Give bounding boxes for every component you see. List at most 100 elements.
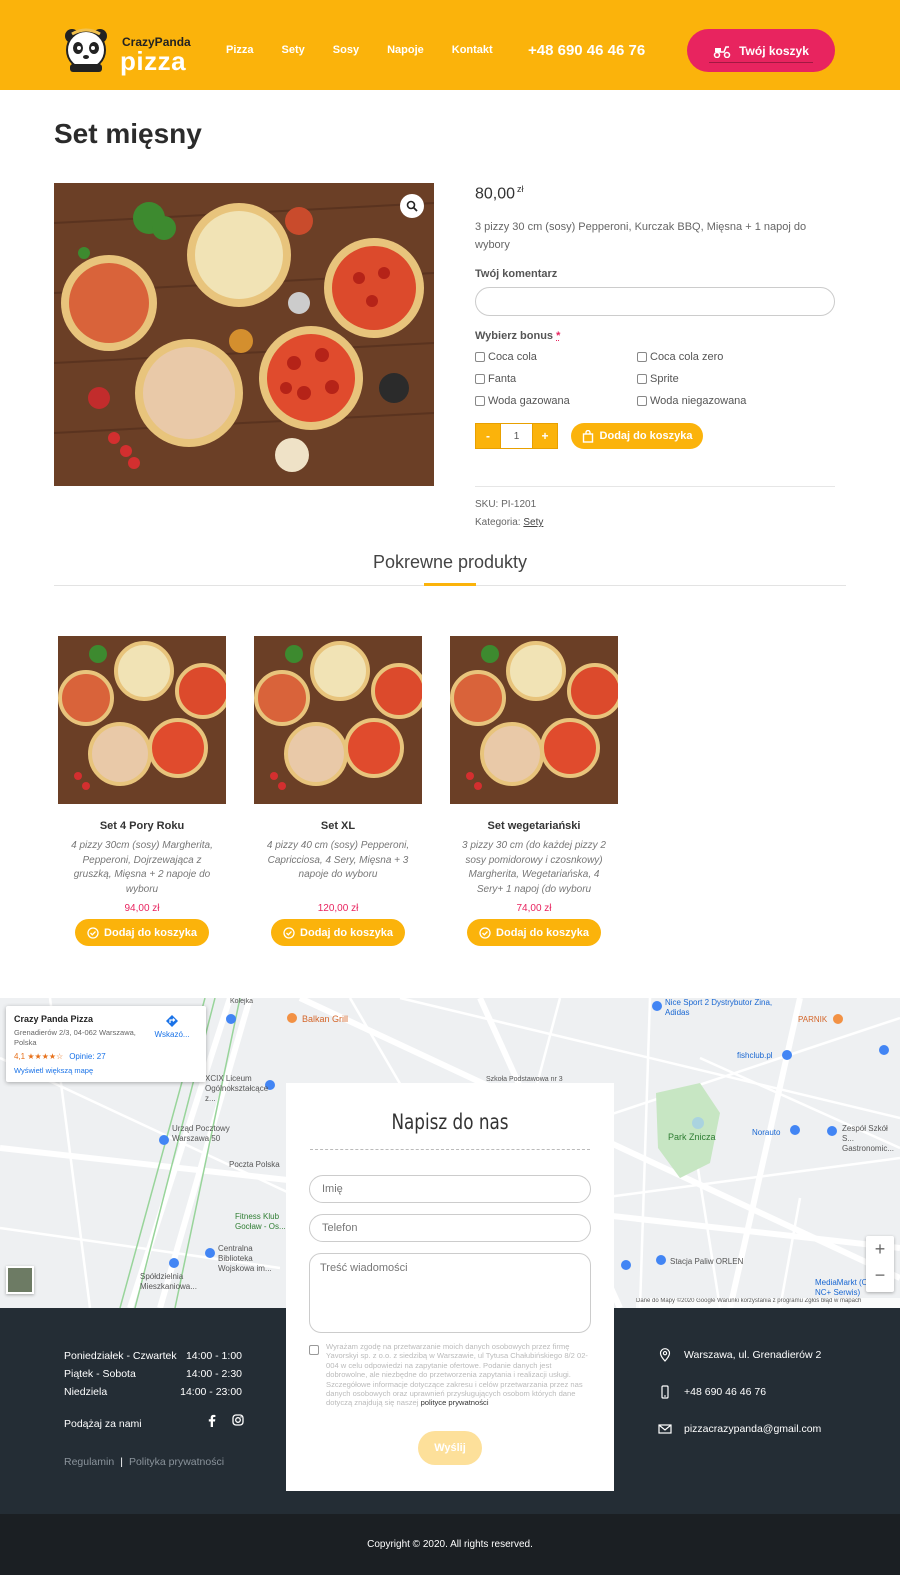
option-label: Fanta (488, 373, 517, 385)
qty-minus-button[interactable]: - (475, 423, 501, 449)
check-circle-icon (479, 926, 491, 939)
phone-text: +48 690 46 46 76 (684, 1386, 767, 1398)
pizza-set-image (54, 183, 434, 486)
map-label: XCIX Liceum Ogólnokształcące z... (205, 1074, 269, 1103)
bonus-option-sprite[interactable]: Sprite (637, 373, 679, 385)
card-title[interactable]: Set XL (253, 820, 423, 832)
consent-text: Wyrażam zgodę na przetwarzanie moich dan… (326, 1342, 591, 1408)
header-phone[interactable]: +48 690 46 46 76 (528, 42, 645, 59)
larger-map-link[interactable]: Wyświetl większą mapę (14, 1066, 198, 1075)
add-to-cart-button[interactable]: Dodaj do koszyka (571, 423, 703, 449)
bonus-option-coca-cola-zero[interactable]: Coca cola zero (637, 351, 723, 363)
cart-button[interactable]: Twój koszyk (687, 29, 835, 72)
footer-phone[interactable]: +48 690 46 46 76 (658, 1385, 766, 1399)
price-currency: zł (517, 184, 524, 194)
card-title[interactable]: Set 4 Pory Roku (57, 820, 227, 832)
hours-row: Piątek - Sobota 14:00 - 2:30 (64, 1368, 242, 1380)
map-label: Urząd Pocztowy Warszawa 50 (172, 1124, 230, 1143)
map-label: Centralna Biblioteka Wojskowa im... (218, 1244, 272, 1273)
name-input[interactable]: Imię (309, 1175, 591, 1203)
product-image[interactable] (54, 183, 434, 486)
card-title[interactable]: Set wegetariański (449, 820, 619, 832)
nav-kontakt[interactable]: Kontakt (452, 44, 493, 56)
address-text: Warszawa, ul. Grenadierów 2 (684, 1349, 822, 1361)
add-to-cart-label: Dodaj do koszyka (599, 430, 693, 442)
bonus-option-fanta[interactable]: Fanta (475, 373, 516, 385)
location-pin-icon (659, 1348, 671, 1362)
bonus-option-woda-gazowana[interactable]: Woda gazowana (475, 395, 570, 407)
product-thumbnail[interactable] (254, 636, 422, 804)
hours-days: Niedziela (64, 1386, 108, 1398)
option-label: Woda niegazowana (650, 395, 747, 407)
hours-time: 14:00 - 2:30 (185, 1368, 242, 1380)
product-category: Kategoria: Sety (475, 517, 543, 528)
hours-row: Niedziela 14:00 - 23:00 (64, 1386, 242, 1398)
panda-logo-icon (65, 28, 107, 72)
image-zoom-button[interactable] (400, 194, 424, 218)
hours-time: 14:00 - 1:00 (185, 1350, 242, 1362)
meta-divider (475, 486, 835, 487)
related-product-card: Set wegetariański 3 pizzy 30 cm (do każd… (449, 636, 619, 946)
required-marker: * (556, 330, 561, 342)
card-button-label: Dodaj do koszyka (104, 926, 197, 939)
consent-checkbox[interactable] (309, 1345, 319, 1355)
bonus-option-coca-cola[interactable]: Coca cola (475, 351, 537, 363)
qty-plus-button[interactable]: + (532, 423, 558, 449)
comment-input[interactable] (475, 287, 835, 316)
page-title: Set mięsny (54, 118, 202, 149)
card-add-to-cart-button[interactable]: Dodaj do koszyka (271, 919, 405, 946)
map-label: Balkan Grill (302, 1014, 349, 1024)
category-link[interactable]: Sety (523, 517, 543, 528)
message-textarea[interactable]: Treść wiadomości (309, 1253, 591, 1333)
map-zoom-out-button[interactable]: − (866, 1262, 894, 1288)
checkbox[interactable] (637, 396, 647, 406)
card-price: 120,00 zł (317, 903, 359, 914)
map-zoom-in-button[interactable]: + (866, 1236, 894, 1262)
place-rating: 4,1 ★★★★☆ Opinie: 27 (14, 1052, 198, 1061)
shopping-bag-icon (582, 429, 593, 443)
checkbox[interactable] (475, 396, 485, 406)
nav-sosy[interactable]: Sosy (333, 44, 359, 56)
map-type-toggle[interactable] (6, 1266, 34, 1294)
card-button-label: Dodaj do koszyka (496, 926, 589, 939)
category-prefix: Kategoria: (475, 517, 521, 528)
phone-input[interactable]: Telefon (309, 1214, 591, 1242)
regulamin-link[interactable]: Regulamin (64, 1456, 114, 1468)
option-label: Coca cola (488, 351, 537, 363)
check-circle-icon (87, 926, 99, 939)
privacy-policy-consent-link[interactable]: polityce prywatności (421, 1398, 489, 1407)
hours-time: 14:00 - 23:00 (180, 1386, 242, 1398)
product-price: 80,00 zł (475, 184, 524, 203)
product-description: 3 pizzy 30 cm (sosy) Pepperoni, Kurczak … (475, 221, 807, 251)
map-attribution[interactable]: Dane do Mapy ©2020 Google Warunki korzys… (636, 1298, 900, 1308)
instagram-icon[interactable] (232, 1414, 244, 1429)
checkbox[interactable] (475, 352, 485, 362)
product-sku: SKU: PI-1201 (475, 499, 537, 510)
send-button[interactable]: Wyślij (418, 1431, 482, 1465)
legal-links: Regulamin | Polityka prywatności (64, 1456, 224, 1468)
checkbox[interactable] (475, 374, 485, 384)
nav-pizza[interactable]: Pizza (226, 44, 254, 56)
card-add-to-cart-button[interactable]: Dodaj do koszyka (467, 919, 601, 946)
qty-input[interactable]: 1 (501, 423, 532, 449)
bonus-option-woda-niegazowana[interactable]: Woda niegazowana (637, 395, 746, 407)
option-label: Coca cola zero (650, 351, 724, 363)
directions-button[interactable]: Wskazó... (152, 1014, 192, 1039)
nav-sety[interactable]: Sety (282, 44, 305, 56)
related-product-card: Set XL 4 pizzy 40 cm (sosy) Pepperoni, C… (253, 636, 423, 946)
checkbox[interactable] (637, 352, 647, 362)
facebook-icon[interactable] (208, 1414, 216, 1430)
product-thumbnail[interactable] (58, 636, 226, 804)
footer-email[interactable]: pizzacrazypanda@gmail.com (658, 1422, 821, 1436)
card-add-to-cart-button[interactable]: Dodaj do koszyka (75, 919, 209, 946)
product-thumbnail[interactable] (450, 636, 618, 804)
checkbox[interactable] (637, 374, 647, 384)
pizza-thumb-image (450, 636, 618, 804)
main-nav: Pizza Sety Sosy Napoje Kontakt (226, 44, 521, 56)
price-value: 80,00 (475, 185, 516, 203)
reviews-link[interactable]: Opinie: 27 (69, 1052, 105, 1061)
logo[interactable]: CrazyPanda pizza (62, 26, 197, 76)
privacy-policy-link[interactable]: Polityka prywatności (129, 1456, 224, 1468)
nav-napoje[interactable]: Napoje (387, 44, 424, 56)
cart-underline (709, 62, 813, 63)
